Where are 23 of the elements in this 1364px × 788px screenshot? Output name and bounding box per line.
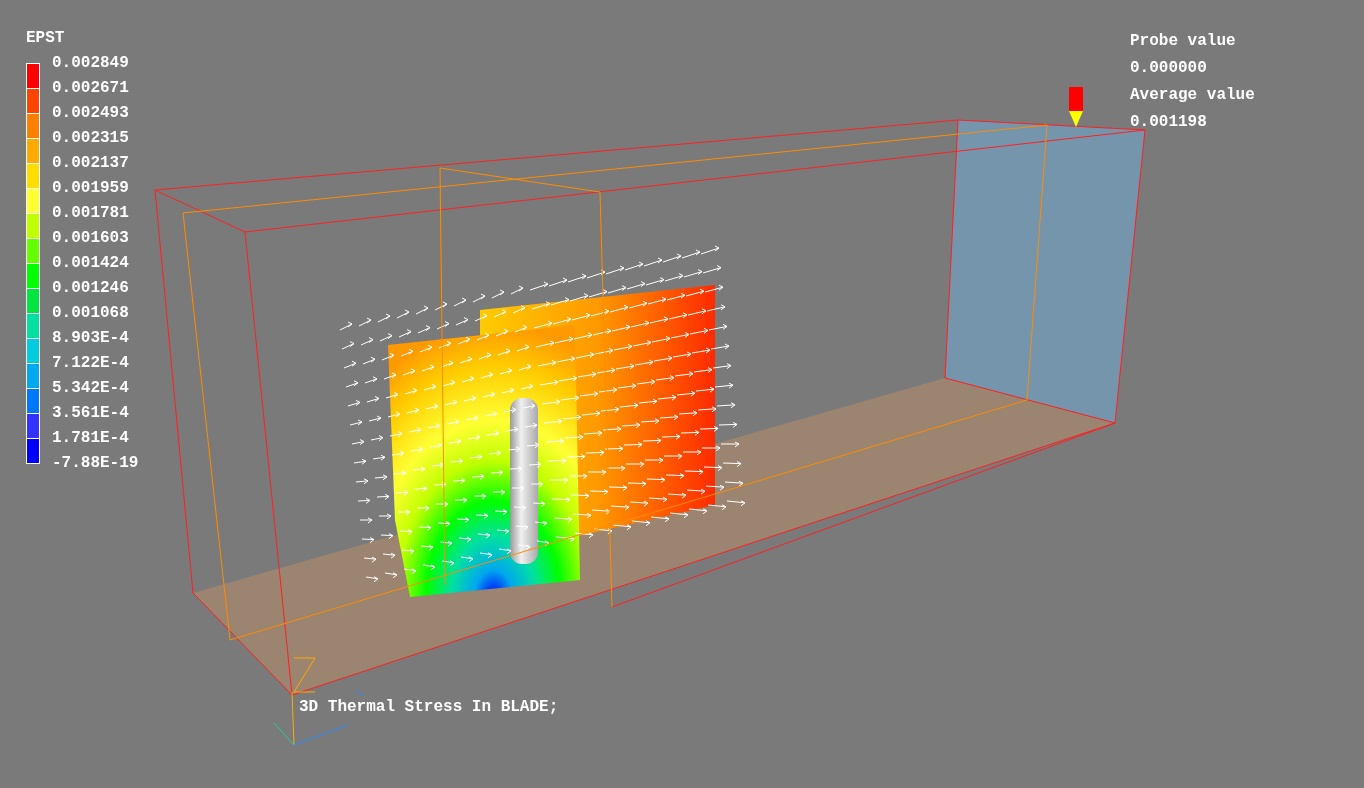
probe-value-label: Probe value [1130, 31, 1237, 52]
scale-value: 0.002849 [52, 53, 130, 74]
scale-value: 1.781E-4 [52, 428, 130, 449]
probe-marker-icon [1069, 87, 1083, 127]
scale-value: 0.001068 [52, 303, 130, 324]
probe-value: 0.000000 [1130, 58, 1208, 79]
average-value-label: Average value [1130, 85, 1255, 106]
scale-value: 0.001246 [52, 278, 130, 299]
scale-value: 0.001959 [52, 178, 130, 199]
scale-value: 0.002137 [52, 153, 130, 174]
scale-value: 0.001781 [52, 203, 130, 224]
scale-value: 3.561E-4 [52, 403, 130, 424]
scale-value: 0.001603 [52, 228, 130, 249]
average-value: 0.001198 [1130, 112, 1208, 133]
scale-value: 0.002493 [52, 103, 130, 124]
scale-value: 0.001424 [52, 253, 130, 274]
scale-value: 7.122E-4 [52, 353, 130, 374]
scale-value: 0.002671 [52, 78, 130, 99]
scale-value: 0.002315 [52, 128, 130, 149]
scale-value: 5.342E-4 [52, 378, 130, 399]
legend-title: EPST [26, 29, 66, 47]
scale-value: -7.88E-19 [52, 453, 139, 474]
scale-value: 8.903E-4 [52, 328, 130, 349]
